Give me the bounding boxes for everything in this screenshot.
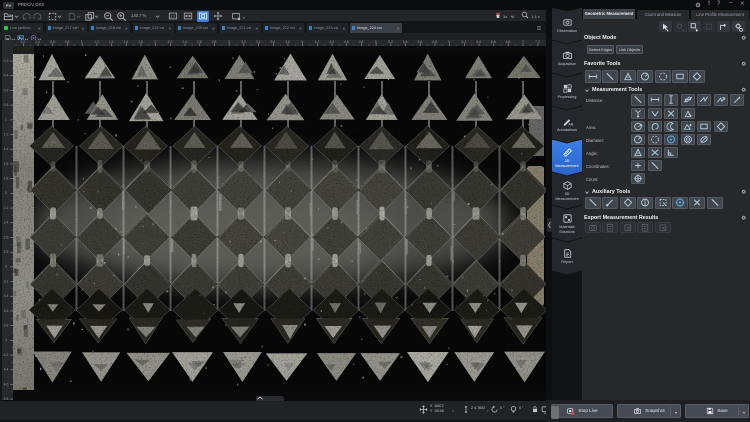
svg-text:0.6: 0.6 <box>50 40 55 44</box>
svg-text:3.8: 3.8 <box>4 324 9 328</box>
svg-text:5.6: 5.6 <box>418 40 423 44</box>
svg-text:1.8: 1.8 <box>138 40 143 44</box>
svg-text:6.2: 6.2 <box>462 40 467 44</box>
svg-text:6: 6 <box>448 40 450 44</box>
svg-text:4.6: 4.6 <box>4 382 9 386</box>
svg-text:3: 3 <box>5 265 7 269</box>
svg-text:2: 2 <box>5 191 7 195</box>
svg-text:2.6: 2.6 <box>197 40 202 44</box>
svg-text:1: 1 <box>81 40 83 44</box>
svg-text:1: 1 <box>5 118 7 122</box>
svg-text:3.4: 3.4 <box>256 40 261 44</box>
svg-text:3.6: 3.6 <box>4 309 9 313</box>
svg-text:6.6: 6.6 <box>491 40 496 44</box>
svg-text:2.6: 2.6 <box>4 235 9 239</box>
svg-text:4.8: 4.8 <box>359 40 364 44</box>
svg-text:0.2: 0.2 <box>21 40 26 44</box>
svg-text:2.2: 2.2 <box>168 40 173 44</box>
svg-text:4.6: 4.6 <box>344 40 349 44</box>
svg-text:4: 4 <box>301 40 303 44</box>
svg-text:4.2: 4.2 <box>4 353 9 357</box>
svg-text:0.8: 0.8 <box>65 40 70 44</box>
svg-text:3.8: 3.8 <box>285 40 290 44</box>
svg-text:3.4: 3.4 <box>4 294 9 298</box>
svg-text:3.6: 3.6 <box>271 40 276 44</box>
svg-text:1.4: 1.4 <box>109 40 114 44</box>
svg-text:2: 2 <box>154 40 156 44</box>
svg-text:7.2: 7.2 <box>535 40 540 44</box>
svg-text:2.8: 2.8 <box>212 40 217 44</box>
svg-text:ABC: ABC <box>568 123 573 127</box>
svg-text:0.4: 0.4 <box>35 40 40 44</box>
svg-text:2.4: 2.4 <box>182 40 187 44</box>
svg-text:1.2: 1.2 <box>94 40 99 44</box>
svg-text:1.6: 1.6 <box>4 162 9 166</box>
svg-text:3: 3 <box>228 40 230 44</box>
svg-text:6.4: 6.4 <box>476 40 481 44</box>
svg-text:0.8: 0.8 <box>4 103 9 107</box>
svg-text:0.6: 0.6 <box>4 88 9 92</box>
svg-text:5.4: 5.4 <box>403 40 408 44</box>
svg-text:1.4: 1.4 <box>4 147 9 151</box>
svg-text:4.2: 4.2 <box>315 40 320 44</box>
svg-text:1.8: 1.8 <box>4 177 9 181</box>
svg-text:5.8: 5.8 <box>432 40 437 44</box>
svg-text:6.8: 6.8 <box>506 40 511 44</box>
svg-text:5.2: 5.2 <box>388 40 393 44</box>
svg-text:0.2: 0.2 <box>4 59 9 63</box>
svg-text:2.2: 2.2 <box>4 206 9 210</box>
svg-text:1:1: 1:1 <box>170 15 175 19</box>
svg-text:2.4: 2.4 <box>4 221 9 225</box>
svg-text:4.4: 4.4 <box>329 40 334 44</box>
svg-text:3.2: 3.2 <box>241 40 246 44</box>
svg-text:3.2: 3.2 <box>4 279 9 283</box>
svg-text:4.4: 4.4 <box>4 368 9 372</box>
svg-text:0.4: 0.4 <box>4 74 9 78</box>
svg-text:4: 4 <box>5 338 7 342</box>
svg-text:7: 7 <box>522 40 524 44</box>
svg-text:1.2: 1.2 <box>4 132 9 136</box>
svg-text:5: 5 <box>375 40 377 44</box>
svg-text:2.8: 2.8 <box>4 250 9 254</box>
svg-text:1.6: 1.6 <box>124 40 129 44</box>
